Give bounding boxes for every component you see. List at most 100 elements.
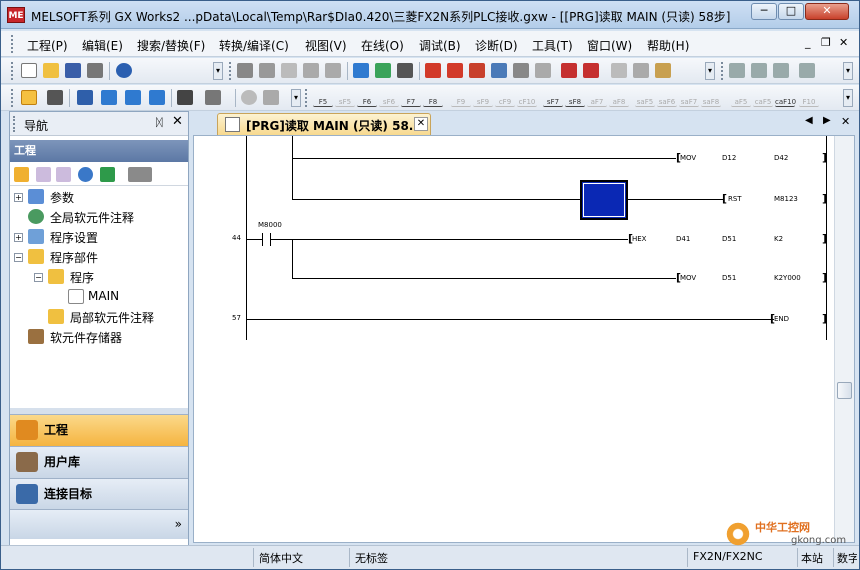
menu-convert[interactable]: 转换/编译(C) [219,37,289,54]
device-list-icon[interactable] [149,90,165,105]
help-icon[interactable] [116,63,132,78]
fkey-cf9-icon[interactable]: cF9 [495,89,515,107]
fkey-saf8-icon[interactable]: saF8 [701,89,721,107]
minimize-button[interactable]: ─ [751,3,777,20]
device-comment-icon[interactable] [101,90,117,105]
menu-window[interactable]: 窗口(W) [587,37,632,54]
fkey-caf10-icon[interactable]: caF10 [775,89,796,107]
read-plc-icon[interactable] [447,63,463,78]
menu-view[interactable]: 视图(V) [305,37,347,54]
verify-icon[interactable] [469,63,485,78]
zoom-icon[interactable] [263,90,279,105]
refresh-icon[interactable] [100,167,115,182]
project-view-icon[interactable] [21,90,37,105]
fkey-saf6-icon[interactable]: saF6 [657,89,677,107]
tab-close-icon[interactable]: ✕ [414,117,428,131]
new-file-icon[interactable] [21,63,37,78]
device-batch-icon[interactable] [611,63,627,78]
simulation-stop-icon[interactable] [583,63,599,78]
menu-help[interactable]: 帮助(H) [647,37,689,54]
fkey-f6-closed-contact-icon[interactable]: F6 [357,89,377,107]
convert-icon[interactable] [397,63,413,78]
menu-edit[interactable]: 编辑(E) [82,37,123,54]
fkey-saf7-icon[interactable]: saF7 [679,89,699,107]
fkey-saf5-icon[interactable]: saF5 [635,89,655,107]
ladder-tool-icon[interactable] [729,63,745,78]
fkey-cf10-icon[interactable]: cF10 [517,89,537,107]
mdi-minimize-button[interactable]: _ [805,36,811,49]
fkey-f9-icon[interactable]: F9 [451,89,471,107]
nav-button-user-library[interactable]: 用户库 [10,446,188,478]
close-window-button[interactable]: ✕ [805,3,849,20]
collapse-icon[interactable]: − [14,253,23,262]
new-data-icon[interactable] [14,167,29,182]
watch-icon[interactable] [177,90,193,105]
simulation-icon[interactable] [561,63,577,78]
maximize-button[interactable]: □ [778,3,804,20]
mdi-restore-button[interactable]: ❐ [821,36,831,49]
ladder-canvas[interactable]: [ MOV D12 D42 ] [ RST M8123 ] 44 M8000 [… [194,136,834,542]
title-bar[interactable]: ME MELSOFT系列 GX Works2 ...pData\Local\Te… [1,1,859,29]
fkey-f10-icon[interactable]: F10 [799,89,819,107]
nav-close-icon[interactable]: ✕ [172,114,183,129]
menu-diagnostics[interactable]: 诊断(D) [475,37,518,54]
tab-close-all-icon[interactable]: ✕ [841,115,850,128]
copy-data-icon[interactable] [36,167,51,182]
open-folder-icon[interactable] [43,63,59,78]
expand-icon[interactable]: + [14,193,23,202]
redo-icon[interactable] [325,63,341,78]
fkey-af7-icon[interactable]: aF7 [587,89,607,107]
nav-grip[interactable] [13,116,16,132]
toolbar-overflow[interactable]: ▾ [843,89,853,107]
copy-icon[interactable] [259,63,275,78]
menu-project[interactable]: 工程(P) [27,37,68,54]
remote-icon[interactable] [491,63,507,78]
ladder-tool-icon[interactable] [799,63,815,78]
monitor-start-icon[interactable] [513,63,529,78]
diagnostic-icon[interactable] [655,63,671,78]
device-name-icon[interactable] [125,90,141,105]
fkey-f5-open-contact-icon[interactable]: F5 [313,89,333,107]
toolbar-overflow[interactable]: ▾ [705,62,715,80]
write-plc-icon[interactable] [425,63,441,78]
toolbar-grip[interactable] [229,62,232,80]
ladder-cursor[interactable] [580,180,628,220]
ladder-tool-icon[interactable] [751,63,767,78]
tab-prev-icon[interactable]: ◀ [805,115,813,126]
monitor-stop-icon[interactable] [535,63,551,78]
scrollbar-thumb[interactable] [837,382,852,399]
expand-icon[interactable]: + [14,233,23,242]
menu-grip[interactable] [11,35,14,53]
nav-button-project[interactable]: 工程 [10,414,188,446]
fkey-sf7-icon[interactable]: sF7 [543,89,563,107]
vertical-scrollbar[interactable] [834,136,854,542]
module-icon[interactable] [47,90,63,105]
fkey-af5-icon[interactable]: aF5 [731,89,751,107]
toolbar-overflow[interactable]: ▾ [213,62,223,80]
fkey-caf5-icon[interactable]: caF5 [753,89,773,107]
fkey-sf9-icon[interactable]: sF9 [473,89,493,107]
fkey-f8-instruction-icon[interactable]: F8 [423,89,443,107]
tab-next-icon[interactable]: ▶ [823,115,831,126]
mdi-close-button[interactable]: ✕ [839,36,848,49]
buffer-icon[interactable] [633,63,649,78]
paste-data-icon[interactable] [56,167,71,182]
properties-icon[interactable] [78,167,93,182]
monitor-icon[interactable] [375,63,391,78]
toolbar-overflow[interactable]: ▾ [843,62,853,80]
sort-icon[interactable] [128,167,152,182]
menu-search-replace[interactable]: 搜索/替换(F) [137,37,205,54]
menu-tools[interactable]: 工具(T) [532,37,573,54]
ladder-tool-icon[interactable] [773,63,789,78]
find-icon[interactable] [205,90,221,105]
document-tab[interactable]: [PRG]读取 MAIN (只读) 58... ✕ [217,113,431,135]
collapse-icon[interactable]: − [34,273,43,282]
pin-icon[interactable]: ᛞ [156,116,163,129]
paste-icon[interactable] [281,63,297,78]
toolbar-overflow[interactable]: ▾ [291,89,301,107]
fkey-sf6-icon[interactable]: sF6 [379,89,399,107]
undo-icon[interactable] [303,63,319,78]
menu-online[interactable]: 在线(O) [361,37,404,54]
toolbar-grip[interactable] [11,62,14,80]
nav-button-connection[interactable]: 连接目标 [10,478,188,510]
